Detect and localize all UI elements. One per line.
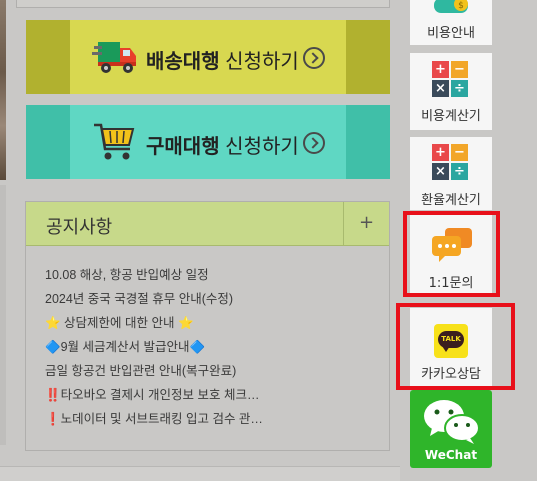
notice-list: 10.08 해상, 항공 반입예상 일정 2024년 중국 국경절 휴무 안내(…	[45, 264, 379, 432]
arrow-circle-icon	[303, 132, 325, 154]
footer-edge	[0, 466, 400, 481]
arrow-circle-icon	[303, 47, 325, 69]
side-photo	[0, 0, 6, 180]
purchase-banner-label: 구매대행 신청하기	[146, 136, 299, 158]
shopping-cart-icon	[94, 123, 135, 160]
svg-text:$: $	[458, 1, 464, 11]
purchase-request-banner[interactable]: 구매대행 신청하기	[26, 105, 390, 179]
quick-fee-calculator[interactable]: + − × ÷ 비용계산기	[410, 53, 492, 130]
quick-fee-guide-label: 비용안내	[427, 26, 475, 41]
quick-fee-guide[interactable]: $ 비용안내	[410, 0, 492, 45]
notice-item[interactable]: 2024년 중국 국경절 휴무 안내(수정)	[45, 288, 379, 312]
notice-header: 공지사항 +	[26, 202, 389, 246]
quick-fx-calculator[interactable]: + − × ÷ 환율계산기	[410, 137, 492, 210]
calculator-icon: + − × ÷	[432, 61, 468, 97]
notice-item[interactable]: 🔷9월 세금계산서 발급안내🔷	[45, 336, 379, 360]
side-strip	[0, 185, 6, 445]
quick-fee-calculator-label: 비용계산기	[421, 109, 481, 124]
notice-more-button[interactable]: +	[343, 202, 389, 245]
quick-fx-calculator-label: 환율계산기	[421, 193, 481, 208]
notice-item[interactable]: ‼️타오바오 결제시 개인정보 보호 체크…	[45, 384, 379, 408]
wechat-icon	[424, 400, 480, 444]
quick-wechat-label: WeChat	[424, 448, 478, 462]
notice-item[interactable]: ❗노데이터 및 서브트래킹 입고 검수 관…	[45, 408, 379, 432]
notice-item[interactable]: 10.08 해상, 항공 반입예상 일정	[45, 264, 379, 288]
highlight-inquiry-box	[403, 211, 500, 297]
notice-item[interactable]: ⭐ 상담제한에 대한 안내 ⭐	[45, 312, 379, 336]
notice-title: 공지사항	[46, 217, 113, 237]
coin-toggle-icon: $	[434, 0, 468, 13]
highlight-kakao-box	[396, 303, 515, 390]
calculator-icon: + − × ÷	[432, 144, 468, 180]
top-panel-edge	[16, 0, 390, 8]
notice-item[interactable]: 금일 항공건 반입관련 안내(복구완료)	[45, 360, 379, 384]
notice-panel: 공지사항 + 10.08 해상, 항공 반입예상 일정 2024년 중국 국경절…	[25, 201, 390, 451]
quick-wechat[interactable]: WeChat	[410, 390, 492, 468]
delivery-banner-label: 배송대행 신청하기	[146, 51, 299, 73]
delivery-request-banner[interactable]: 배송대행 신청하기	[26, 20, 390, 94]
delivery-truck-icon	[92, 42, 136, 73]
